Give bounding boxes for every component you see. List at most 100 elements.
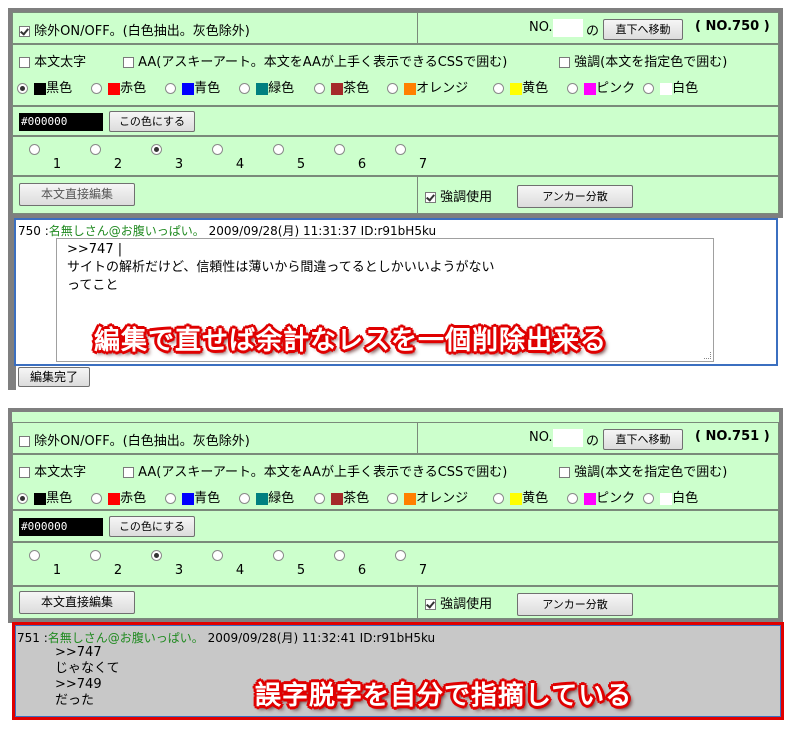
color-radio[interactable] xyxy=(91,83,102,94)
post-number-input[interactable] xyxy=(553,19,583,37)
direct-edit-button[interactable]: 本文直接編集 xyxy=(19,183,135,206)
scale-radio-7[interactable] xyxy=(395,550,406,561)
aa-checkbox[interactable] xyxy=(123,57,134,68)
color-radio[interactable] xyxy=(314,83,325,94)
emph-use-checkbox[interactable] xyxy=(425,192,436,203)
color-option[interactable]: オレンジ xyxy=(387,77,468,96)
color-option[interactable]: 緑色 xyxy=(239,77,294,96)
emph-use-checkbox[interactable] xyxy=(425,599,436,610)
color-radio[interactable] xyxy=(643,83,654,94)
scale-radio-5[interactable] xyxy=(273,144,284,155)
color-radio[interactable] xyxy=(17,493,28,504)
scale-radio-4[interactable] xyxy=(212,550,223,561)
emph-checkbox[interactable] xyxy=(559,57,570,68)
emph-use-option[interactable]: 強調使用 xyxy=(425,593,492,612)
post-number: 751 xyxy=(17,631,40,645)
scale-radio-1[interactable] xyxy=(29,550,40,561)
post-datetime: 2009/09/28(月) 11:31:37 ID:r91bH5ku xyxy=(208,224,437,238)
color-radio[interactable] xyxy=(643,493,654,504)
color-swatch xyxy=(510,82,523,95)
jump-button[interactable]: 直下へ移動 xyxy=(603,19,683,40)
color-option[interactable]: 青色 xyxy=(165,487,220,506)
color-option[interactable]: 黄色 xyxy=(493,77,548,96)
color-radio[interactable] xyxy=(91,493,102,504)
color-swatch xyxy=(584,82,597,95)
bold-checkbox[interactable] xyxy=(19,57,30,68)
color-option[interactable]: 青色 xyxy=(165,77,220,96)
scale-label: 5 xyxy=(296,157,306,172)
post-number-input[interactable] xyxy=(553,429,583,447)
color-option[interactable]: ピンク xyxy=(567,487,635,506)
color-radio[interactable] xyxy=(567,493,578,504)
emph-checkbox[interactable] xyxy=(559,467,570,478)
color-radio[interactable] xyxy=(17,83,28,94)
scale-radio-2[interactable] xyxy=(90,550,101,561)
color-value-input[interactable]: #000000 xyxy=(19,518,103,536)
exclude-checkbox[interactable] xyxy=(19,26,30,37)
apply-color-button[interactable]: この色にする xyxy=(109,111,195,132)
color-option[interactable]: 黄色 xyxy=(493,487,548,506)
color-radio[interactable] xyxy=(239,83,250,94)
scale-radio-6[interactable] xyxy=(334,144,345,155)
aa-option[interactable]: AA(アスキーアート。本文をAAが上手く表示できるCSSで囲む) xyxy=(123,461,507,480)
emph-option[interactable]: 強調(本文を指定色で囲む) xyxy=(559,51,727,70)
jump-button[interactable]: 直下へ移動 xyxy=(603,429,683,450)
scale-label: 2 xyxy=(113,563,123,578)
bold-option[interactable]: 本文太字 xyxy=(19,461,86,480)
color-option[interactable]: 白色 xyxy=(643,487,698,506)
scale-radio-7[interactable] xyxy=(395,144,406,155)
scale-radio-3[interactable] xyxy=(151,144,162,155)
color-option[interactable]: 黒色 xyxy=(17,487,72,506)
control-panel-750: 除外ON/OFF。(白色抽出。灰色除外) NO. の 直下へ移動 ( NO.75… xyxy=(8,8,783,218)
color-radio[interactable] xyxy=(314,493,325,504)
bold-option[interactable]: 本文太字 xyxy=(19,51,86,70)
exclude-option[interactable]: 除外ON/OFF。(白色抽出。灰色除外) xyxy=(19,20,250,39)
scale-radio-3[interactable] xyxy=(151,550,162,561)
color-option[interactable]: ピンク xyxy=(567,77,635,96)
color-option[interactable]: 茶色 xyxy=(314,487,369,506)
color-radio[interactable] xyxy=(165,493,176,504)
scale-radio-1[interactable] xyxy=(29,144,40,155)
apply-color-button[interactable]: この色にする xyxy=(109,516,195,537)
color-value-input[interactable]: #000000 xyxy=(19,113,103,131)
color-option[interactable]: 緑色 xyxy=(239,487,294,506)
aa-checkbox[interactable] xyxy=(123,467,134,478)
color-option[interactable]: 茶色 xyxy=(314,77,369,96)
color-radio[interactable] xyxy=(387,83,398,94)
emph-option[interactable]: 強調(本文を指定色で囲む) xyxy=(559,461,727,480)
emph-use-option[interactable]: 強調使用 xyxy=(425,186,492,205)
scale-radio-4[interactable] xyxy=(212,144,223,155)
edit-done-button[interactable]: 編集完了 xyxy=(18,367,90,387)
scale-radio-2[interactable] xyxy=(90,144,101,155)
color-radio[interactable] xyxy=(165,83,176,94)
exclude-checkbox[interactable] xyxy=(19,436,30,447)
scale-selector: 1 2 3 4 5 6 7 xyxy=(13,137,778,175)
color-option[interactable]: 赤色 xyxy=(91,487,146,506)
bold-checkbox[interactable] xyxy=(19,467,30,478)
color-label: オレンジ xyxy=(416,81,469,96)
direct-edit-button[interactable]: 本文直接編集 xyxy=(19,591,135,614)
anchor-button[interactable]: アンカー分散 xyxy=(517,593,633,616)
color-radio[interactable] xyxy=(493,493,504,504)
color-option[interactable]: オレンジ xyxy=(387,487,468,506)
color-radio[interactable] xyxy=(493,83,504,94)
color-radio[interactable] xyxy=(239,493,250,504)
color-option[interactable]: 白色 xyxy=(643,77,698,96)
color-option[interactable]: 赤色 xyxy=(91,77,146,96)
color-radio[interactable] xyxy=(387,493,398,504)
post-header: 751 :名無しさん@お腹いっぱい。 2009/09/28(月) 11:32:4… xyxy=(17,631,436,645)
color-radio[interactable] xyxy=(567,83,578,94)
anchor-button[interactable]: アンカー分散 xyxy=(517,185,633,208)
no-prefix: NO. xyxy=(529,430,553,445)
control-panel-751: 除外ON/OFF。(白色抽出。灰色除外) NO. の 直下へ移動 ( NO.75… xyxy=(8,408,783,623)
scale-radio-6[interactable] xyxy=(334,550,345,561)
color-label: 白色 xyxy=(672,81,699,96)
resize-handle[interactable] xyxy=(704,352,711,359)
exclude-option[interactable]: 除外ON/OFF。(白色抽出。灰色除外) xyxy=(19,430,250,449)
exclude-label: 除外ON/OFF。(白色抽出。灰色除外) xyxy=(34,434,250,449)
options-row-1: 除外ON/OFF。(白色抽出。灰色除外) NO. の 直下へ移動 ( NO.75… xyxy=(12,422,779,454)
color-option[interactable]: 黒色 xyxy=(17,77,72,96)
post-750: 750 :名無しさん@お腹いっぱい。 2009/09/28(月) 11:31:3… xyxy=(8,218,778,390)
scale-radio-5[interactable] xyxy=(273,550,284,561)
aa-option[interactable]: AA(アスキーアート。本文をAAが上手く表示できるCSSで囲む) xyxy=(123,51,507,70)
